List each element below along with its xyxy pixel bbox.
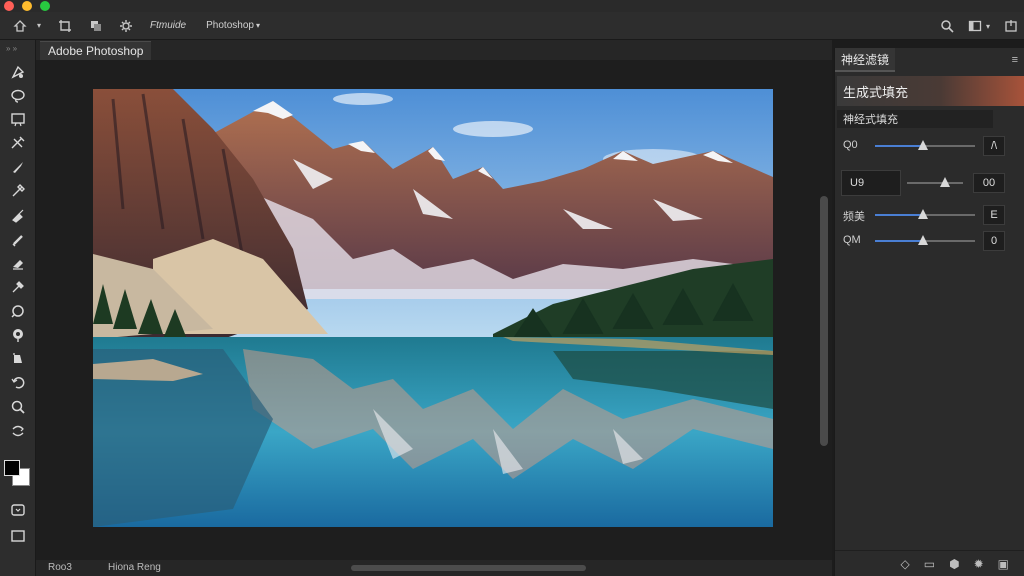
options-bar: ▾ Ftmuide Photoshop ▾ ▾ xyxy=(0,12,1024,40)
pen-tool-icon[interactable] xyxy=(6,181,30,201)
zoom-level-text[interactable]: Roo3 xyxy=(48,562,72,573)
zoom-tool-icon[interactable] xyxy=(6,397,30,417)
document-tab-bar: Adobe Photoshop xyxy=(36,40,832,60)
dodge-tool-icon[interactable] xyxy=(6,325,30,345)
slider-row: Q0 /\ xyxy=(835,136,1024,156)
history-brush-icon[interactable] xyxy=(6,229,30,249)
image-canvas[interactable] xyxy=(93,89,773,527)
layers-icon[interactable] xyxy=(82,12,110,40)
chevron-down-icon[interactable]: ▾ xyxy=(256,21,260,30)
panel-menu-icon[interactable]: ≡ xyxy=(1012,54,1018,66)
menu-item-1[interactable]: Ftmuide xyxy=(150,20,186,31)
horizontal-scrollbar[interactable] xyxy=(351,565,586,571)
document-info-text[interactable]: Hiona Reng xyxy=(108,562,161,573)
cube-icon[interactable]: ⬢ xyxy=(949,557,959,571)
panel-footer: ◇ ▭ ⬢ ✹ ▣ xyxy=(835,550,1024,576)
tools-panel: » » xyxy=(0,40,36,576)
canvas-area[interactable] xyxy=(36,60,832,560)
section-title: 神经式填充 xyxy=(837,110,993,128)
slider-row: 频美 E xyxy=(835,205,1024,225)
eraser-tool-icon[interactable] xyxy=(6,253,30,273)
brush-tool-icon[interactable] xyxy=(6,157,30,177)
move-tool-icon[interactable] xyxy=(6,62,30,82)
neural-filters-panel: 神经滤镜 ≡ 生成式填充 神经式填充 Q0 /\ U9 00 频美 E QM 0… xyxy=(834,48,1024,576)
foreground-color-swatch[interactable] xyxy=(4,460,20,476)
slider-label: QM xyxy=(843,234,861,246)
home-icon[interactable] xyxy=(6,12,34,40)
slider-value[interactable]: 0 xyxy=(983,231,1005,251)
rotate-tool-icon[interactable] xyxy=(6,373,30,393)
minimize-window-button[interactable] xyxy=(22,1,32,11)
share-icon[interactable] xyxy=(1004,12,1018,40)
slider-value[interactable]: 00 xyxy=(973,173,1005,193)
quick-mask-icon[interactable] xyxy=(6,500,30,520)
eyedropper-tool-icon[interactable] xyxy=(6,277,30,297)
marquee-tool-icon[interactable] xyxy=(6,109,30,129)
slider-label-box[interactable]: U9 xyxy=(841,170,901,196)
crop-tool-icon[interactable] xyxy=(6,133,30,153)
status-bar: Roo3 Hiona Reng xyxy=(36,560,832,576)
panel-tab-neural-filters[interactable]: 神经滤镜 xyxy=(835,48,895,72)
slider-value[interactable]: E xyxy=(983,205,1005,225)
slider[interactable] xyxy=(875,140,975,150)
chevron-down-icon[interactable]: ▾ xyxy=(986,12,990,40)
folder-icon[interactable]: ▭ xyxy=(924,557,935,571)
document-tab[interactable]: Adobe Photoshop xyxy=(40,41,152,60)
workspace-layout-icon[interactable] xyxy=(968,12,982,40)
search-icon[interactable] xyxy=(940,12,954,40)
generative-fill-header[interactable]: 生成式填充 xyxy=(837,76,1024,106)
vertical-scrollbar[interactable] xyxy=(820,196,828,446)
slider[interactable] xyxy=(907,177,963,187)
slider[interactable] xyxy=(875,209,975,219)
slider-row: U9 00 xyxy=(835,170,1024,196)
slider-value[interactable]: /\ xyxy=(983,136,1005,156)
zoom-window-button[interactable] xyxy=(40,1,50,11)
workspace-menu[interactable]: Photoshop xyxy=(206,20,254,31)
close-window-button[interactable] xyxy=(4,1,14,11)
mask-icon[interactable]: ◇ xyxy=(901,557,910,571)
landscape-image xyxy=(93,89,773,527)
bucket-tool-icon[interactable] xyxy=(6,349,30,369)
lasso-tool-icon[interactable] xyxy=(6,86,30,106)
gear-icon[interactable] xyxy=(112,12,140,40)
stamp-tool-icon[interactable] xyxy=(6,205,30,225)
toolbar-grip-icon[interactable]: » » xyxy=(6,44,17,53)
screen-mode-icon[interactable] xyxy=(6,526,30,546)
save-icon[interactable]: ▣ xyxy=(998,557,1009,571)
slider-label: 频美 xyxy=(843,211,865,223)
title-bar xyxy=(0,0,1024,12)
spot-heal-tool-icon[interactable] xyxy=(6,301,30,321)
slider-row: QM 0 xyxy=(835,231,1024,251)
gear-icon[interactable]: ✹ xyxy=(974,557,984,571)
chevron-down-icon[interactable]: ▾ xyxy=(34,12,44,40)
slider[interactable] xyxy=(875,235,975,245)
crop-tool-icon[interactable] xyxy=(48,12,82,40)
swap-colors-icon[interactable] xyxy=(6,421,30,441)
slider-label: Q0 xyxy=(843,139,858,151)
